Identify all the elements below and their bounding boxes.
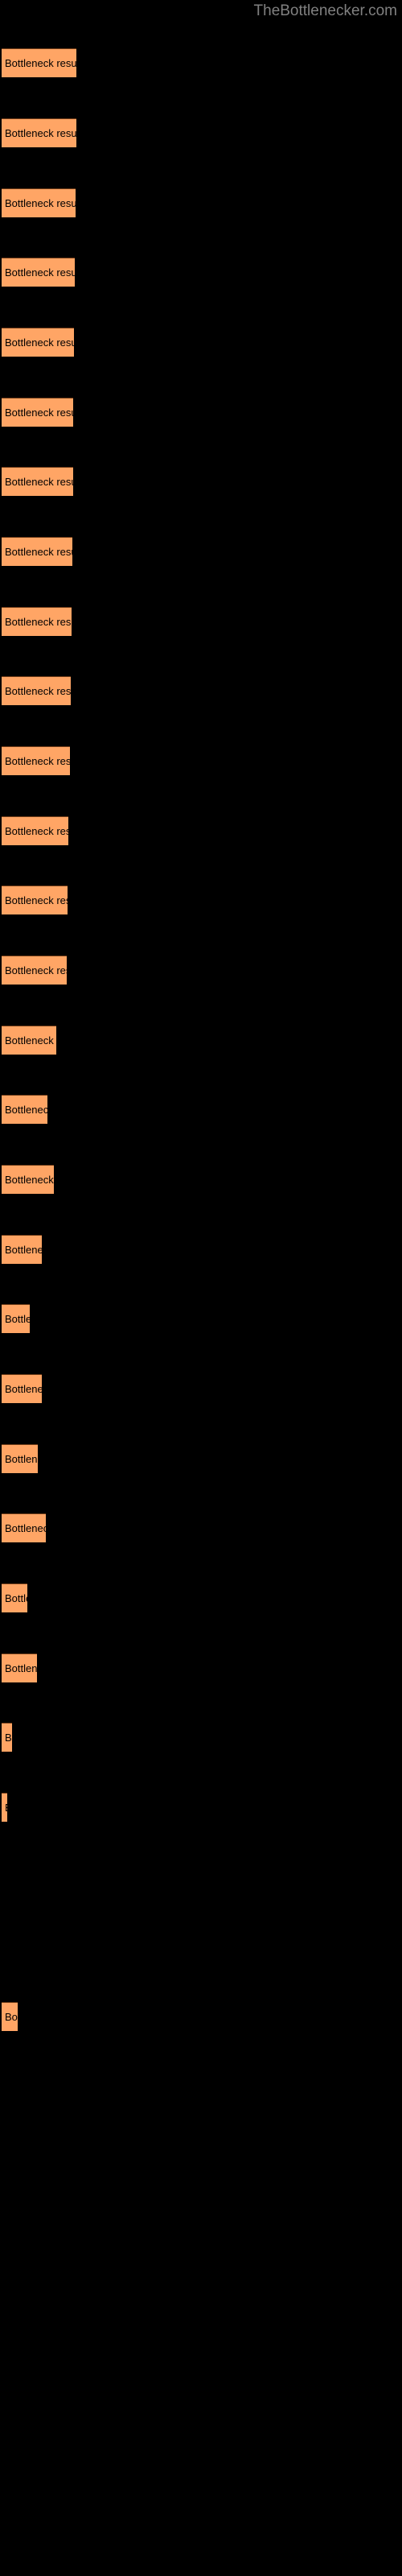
bar-label: Bottleneck result	[5, 1103, 47, 1116]
bar-row: Bottleneck result	[0, 1165, 402, 1194]
bar-label: Bottleneck result	[5, 545, 72, 558]
bar-row: Bottleneck result	[0, 676, 402, 705]
bar-row: Bottleneck result	[0, 1723, 402, 1752]
bar-label: Bottleneck result	[5, 1034, 56, 1046]
bar[interactable]: Bottleneck result	[2, 1723, 12, 1752]
bar[interactable]: Bottleneck result	[2, 1653, 37, 1682]
bar-row: Bottleneck result	[0, 398, 402, 427]
bar[interactable]: Bottleneck result	[2, 1026, 56, 1055]
bar-row: Bottleneck result	[0, 1095, 402, 1124]
bar-label: Bottleneck result	[5, 336, 74, 349]
bar-label: Bottleneck result	[5, 1662, 37, 1674]
site-watermark: TheBottlenecker.com	[253, 2, 397, 19]
bar-label: Bottleneck result	[5, 615, 72, 628]
bar-label: Bottleneck result	[5, 1452, 38, 1465]
bar[interactable]: Bottleneck result	[2, 1583, 27, 1612]
bar-row: Bottleneck result	[0, 1026, 402, 1055]
bar[interactable]: Bottleneck result	[2, 398, 73, 427]
bar[interactable]: Bottleneck result	[2, 956, 67, 985]
bar-label: Bottleneck result	[5, 1312, 30, 1325]
bar-label: Bottleneck result	[5, 964, 67, 976]
bar-label: Bottleneck result	[5, 196, 76, 209]
bar[interactable]: Bottleneck result	[2, 816, 68, 845]
bar[interactable]: Bottleneck result	[2, 607, 72, 636]
bar-row: Bottleneck result	[0, 188, 402, 217]
bar-row: Bottleneck result	[0, 1793, 402, 1822]
bar-row: Bottleneck result	[0, 2002, 402, 2031]
bar-label: Bottleneck result	[5, 2010, 18, 2023]
bar[interactable]: Bottleneck result	[2, 676, 71, 705]
bar-label: Bottleneck result	[5, 1731, 12, 1744]
bar-label: Bottleneck result	[5, 1802, 7, 1814]
bar-label: Bottleneck result	[5, 684, 71, 697]
bar[interactable]: Bottleneck result	[2, 48, 76, 77]
bar[interactable]: Bottleneck result	[2, 1235, 42, 1264]
bar[interactable]: Bottleneck result	[2, 1165, 54, 1194]
bar-row: Bottleneck result	[0, 1863, 402, 1892]
bottleneck-bar-chart: TheBottlenecker.com Bottleneck result Bot…	[0, 0, 402, 2576]
bar-row: Bottleneck result	[0, 1583, 402, 1612]
bar-label: Bottleneck result	[5, 894, 68, 906]
bar-row: Bottleneck result	[0, 258, 402, 287]
bar-row: Bottleneck result	[0, 607, 402, 636]
bar[interactable]: Bottleneck result	[2, 118, 76, 147]
bar[interactable]: Bottleneck result	[2, 746, 70, 775]
bar[interactable]: Bottleneck result	[2, 1374, 42, 1403]
bar-label: Bottleneck result	[5, 56, 76, 69]
bar-row: Bottleneck result	[0, 328, 402, 357]
bar-row: Bottleneck result	[0, 816, 402, 845]
bar[interactable]: Bottleneck result	[2, 537, 72, 566]
bar-row: Bottleneck result	[0, 48, 402, 77]
bar[interactable]: Bottleneck result	[2, 1513, 46, 1542]
bar[interactable]: Bottleneck result	[2, 1095, 47, 1124]
bar-label: Bottleneck result	[5, 475, 73, 488]
bar-row: Bottleneck result	[0, 1444, 402, 1473]
bar-row: Bottleneck result	[0, 1513, 402, 1542]
bar-row: Bottleneck result	[0, 537, 402, 566]
bar-row: Bottleneck result	[0, 956, 402, 985]
bar-label: Bottleneck result	[5, 1521, 46, 1534]
bar[interactable]: Bottleneck result	[2, 886, 68, 914]
bar-row: Bottleneck result	[0, 1235, 402, 1264]
bar-row: Bottleneck result	[0, 1304, 402, 1333]
bar[interactable]: Bottleneck result	[2, 1444, 38, 1473]
bar-label: Bottleneck result	[5, 1243, 42, 1256]
bar-row: Bottleneck result	[0, 467, 402, 496]
bar-row: Bottleneck result	[0, 886, 402, 914]
bar-label: Bottleneck result	[5, 754, 70, 767]
bar-label: Bottleneck result	[5, 266, 75, 279]
bar-row: Bottleneck result	[0, 118, 402, 147]
bar-label: Bottleneck result	[5, 1591, 27, 1604]
bar[interactable]: Bottleneck result	[2, 2002, 18, 2031]
bar[interactable]: Bottleneck result	[2, 258, 75, 287]
bar[interactable]: Bottleneck result	[2, 467, 73, 496]
bar-label: Bottleneck result	[5, 1173, 54, 1186]
bar-label: Bottleneck result	[5, 126, 76, 139]
bar[interactable]: Bottleneck result	[2, 188, 76, 217]
bar[interactable]: Bottleneck result	[2, 328, 74, 357]
bar-label: Bottleneck result	[5, 1382, 42, 1395]
bar-row: Bottleneck result	[0, 1653, 402, 1682]
bar[interactable]: Bottleneck result	[2, 1304, 30, 1333]
bar-row: Bottleneck result	[0, 1374, 402, 1403]
bar-row: Bottleneck result	[0, 746, 402, 775]
bar[interactable]: Bottleneck result	[2, 1793, 7, 1822]
bar-label: Bottleneck result	[5, 406, 73, 419]
bar-label: Bottleneck result	[5, 824, 68, 837]
